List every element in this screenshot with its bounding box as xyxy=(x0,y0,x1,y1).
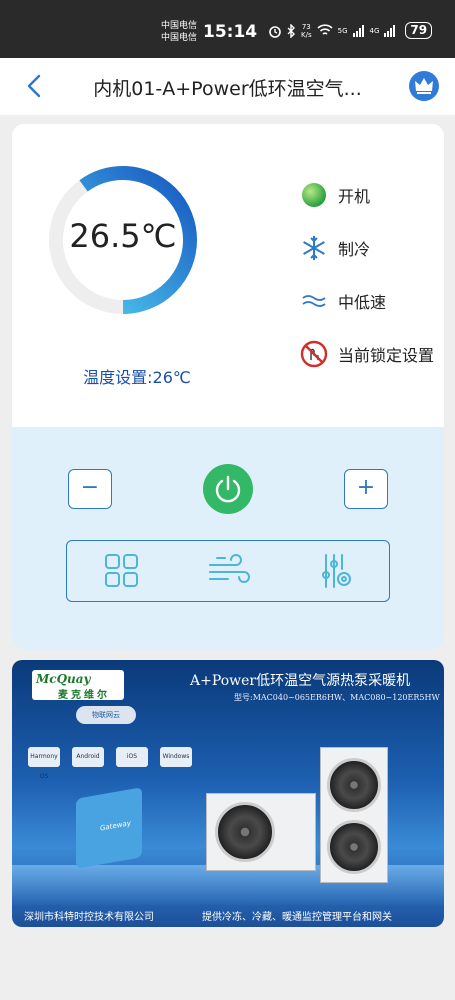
fan-status: 中低速 xyxy=(300,287,386,315)
brand-name: McQuay xyxy=(36,672,91,686)
gateway-label: Gateway xyxy=(100,819,131,833)
status-panel: 26.5℃ 温度设置:26℃ 开机 制冷 中低速 当前锁定设置 xyxy=(12,124,444,427)
status-bar: 中国电信 中国电信 15:14 73 K/s 5G 4G 79 xyxy=(0,0,455,58)
setpoint-label: 温度设置:26℃ xyxy=(83,368,191,387)
fan-graphic-bottom xyxy=(327,820,381,874)
current-temperature: 26.5℃ xyxy=(69,217,177,255)
fan-status-label: 中低速 xyxy=(338,293,387,312)
crown-icon xyxy=(415,78,433,94)
outdoor-unit-large-image xyxy=(320,747,388,883)
control-panel xyxy=(12,427,444,649)
navigation-bar: 内机01-A+Power低环温空气... xyxy=(0,58,455,115)
outdoor-unit-small-image xyxy=(206,793,316,871)
power-status-label: 开机 xyxy=(338,187,371,206)
signal-icon xyxy=(352,24,364,37)
signal-5g-label: 5G xyxy=(337,26,348,35)
alarm-icon xyxy=(269,25,281,38)
increase-temp-button[interactable]: + xyxy=(344,469,388,509)
brand-logo: McQuay 麦克维尔 xyxy=(32,670,124,701)
snowflake-icon xyxy=(300,234,328,262)
status-icons: 73 K/s 5G 4G 79 xyxy=(268,22,433,39)
power-icon xyxy=(215,475,241,503)
wind-icon xyxy=(300,287,328,315)
android-icon: Android xyxy=(72,747,104,767)
decrease-temp-button[interactable]: − xyxy=(68,469,112,509)
ios-icon: iOS xyxy=(116,747,148,767)
mode-status-label: 制冷 xyxy=(338,240,371,259)
grid-menu-icon[interactable] xyxy=(103,553,141,589)
brand-name-cn: 麦克维尔 xyxy=(58,690,110,701)
vip-crown-button[interactable] xyxy=(409,71,439,101)
lock-status: 当前锁定设置 xyxy=(300,340,434,368)
power-status: 开机 xyxy=(300,181,370,209)
mode-button-bar xyxy=(66,540,390,602)
net-speed-value: 73 xyxy=(301,22,311,31)
windows-icon: Windows xyxy=(160,747,192,767)
power-on-indicator-icon xyxy=(300,181,328,209)
fan-graphic xyxy=(215,802,275,862)
product-banner[interactable]: McQuay 麦克维尔 A+Power低环温空气源热泵采暖机 型号:MAC040… xyxy=(12,660,444,927)
power-button[interactable] xyxy=(203,464,253,514)
page-title: 内机01-A+Power低环温空气... xyxy=(93,78,362,100)
battery-indicator: 79 xyxy=(405,22,433,39)
net-speed-unit: K/s xyxy=(301,30,312,39)
mode-status: 制冷 xyxy=(300,234,370,262)
bluetooth-icon xyxy=(287,23,295,38)
signal-4g-label: 4G xyxy=(369,26,380,35)
fan-graphic-top xyxy=(327,758,381,812)
settings-sliders-icon[interactable] xyxy=(317,553,355,589)
banner-title: A+Power低环温空气源热泵采暖机 xyxy=(190,673,411,689)
back-button[interactable] xyxy=(22,73,48,99)
signal-icon-2 xyxy=(384,24,396,37)
gateway-device-image: Gateway xyxy=(76,787,142,869)
cloud-icon: 物联网云 xyxy=(76,706,136,724)
status-clock: 15:14 xyxy=(203,22,258,42)
wind-mode-icon[interactable] xyxy=(207,553,251,589)
wifi-icon xyxy=(317,24,333,35)
temperature-gauge: 26.5℃ xyxy=(48,165,198,315)
harmony-os-icon: Harmony OS xyxy=(28,747,60,780)
carrier-info: 中国电信 中国电信 xyxy=(161,20,197,44)
banner-company: 深圳市科特时控技术有限公司 xyxy=(24,912,154,923)
no-touch-icon xyxy=(300,340,328,368)
banner-model: 型号:MAC040~065ER6HW、MAC080~120ER5HW xyxy=(234,693,440,702)
carrier-1: 中国电信 xyxy=(161,21,198,31)
banner-services: 提供冷冻、冷藏、暖通监控管理平台和网关 xyxy=(202,912,392,923)
net-speed: 73 K/s xyxy=(301,23,312,39)
device-control-card: 26.5℃ 温度设置:26℃ 开机 制冷 中低速 当前锁定设置 − + xyxy=(12,124,444,649)
carrier-2: 中国电信 xyxy=(161,33,198,43)
lock-status-label: 当前锁定设置 xyxy=(338,346,435,365)
